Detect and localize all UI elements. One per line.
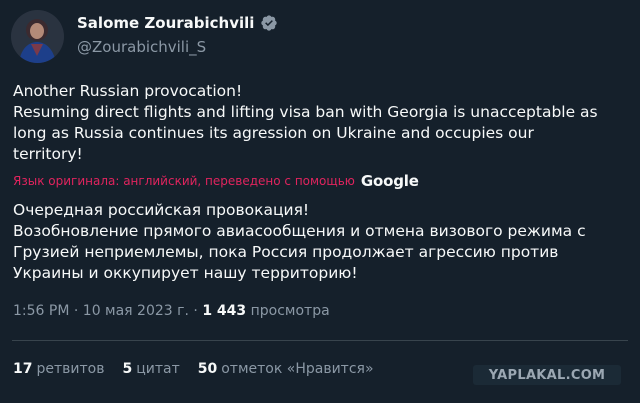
verified-badge-icon <box>261 15 278 31</box>
author-handle[interactable]: @Zourabichvili_S <box>77 38 206 56</box>
tweet-card: Salome Zourabichvili @Zourabichvili_S An… <box>0 0 640 403</box>
likes-stat[interactable]: 50 отметок «Нравится» <box>198 361 374 377</box>
avatar[interactable] <box>11 10 64 63</box>
translated-line: Возобновление прямого авиасообщения и от… <box>13 222 586 240</box>
translated-text: Очередная российская провокация! Возобно… <box>13 200 628 284</box>
tweet-date[interactable]: 10 мая 2023 г. <box>83 303 189 319</box>
likes-count: 50 <box>197 361 218 377</box>
tweet-meta: 1:56 PM · 10 мая 2023 г. · 1 443 просмот… <box>13 303 330 319</box>
divider <box>12 340 628 341</box>
retweets-count: 17 <box>13 361 33 377</box>
tweet-line: long as Russia continues its agression o… <box>13 124 534 142</box>
tweet-line: Resuming direct flights and lifting visa… <box>13 103 598 121</box>
likes-label: отметок «Нравится» <box>221 361 374 377</box>
meta-separator: · <box>193 303 198 319</box>
watermark: YAPLAKAL.COM <box>473 365 621 385</box>
meta-separator: · <box>73 303 79 319</box>
views-label: просмотра <box>250 303 330 319</box>
retweets-label: ретвитов <box>36 361 105 377</box>
quotes-count: 5 <box>122 361 133 377</box>
translated-line: Грузией неприемлемы, пока Россия продолж… <box>13 243 559 261</box>
engagement-stats: 17 ретвитов 5 цитат 50 отметок «Нравится» <box>13 361 374 377</box>
quotes-label: цитат <box>136 361 180 377</box>
quotes-stat[interactable]: 5 цитат <box>122 361 179 377</box>
tweet-line: territory! <box>13 145 83 163</box>
tweet-line: Another Russian provocation! <box>13 82 243 100</box>
google-logo: Google <box>360 172 419 190</box>
translated-line: Очередная российская провокация! <box>13 201 310 219</box>
views-count: 1 443 <box>202 303 247 319</box>
retweets-stat[interactable]: 17 ретвитов <box>13 361 104 377</box>
tweet-time[interactable]: 1:56 PM <box>13 303 69 319</box>
translation-attribution[interactable]: Язык оригинала: английский, переведено с… <box>13 172 419 190</box>
translation-label[interactable]: Язык оригинала: английский, переведено с… <box>13 174 355 188</box>
author-name[interactable]: Salome Zourabichvili <box>77 14 254 32</box>
translated-line: Украины и оккупирует нашу территорию! <box>13 264 358 282</box>
avatar-photo <box>11 10 64 63</box>
tweet-text: Another Russian provocation! Resuming di… <box>13 81 623 165</box>
author-name-row[interactable]: Salome Zourabichvili <box>77 14 278 32</box>
